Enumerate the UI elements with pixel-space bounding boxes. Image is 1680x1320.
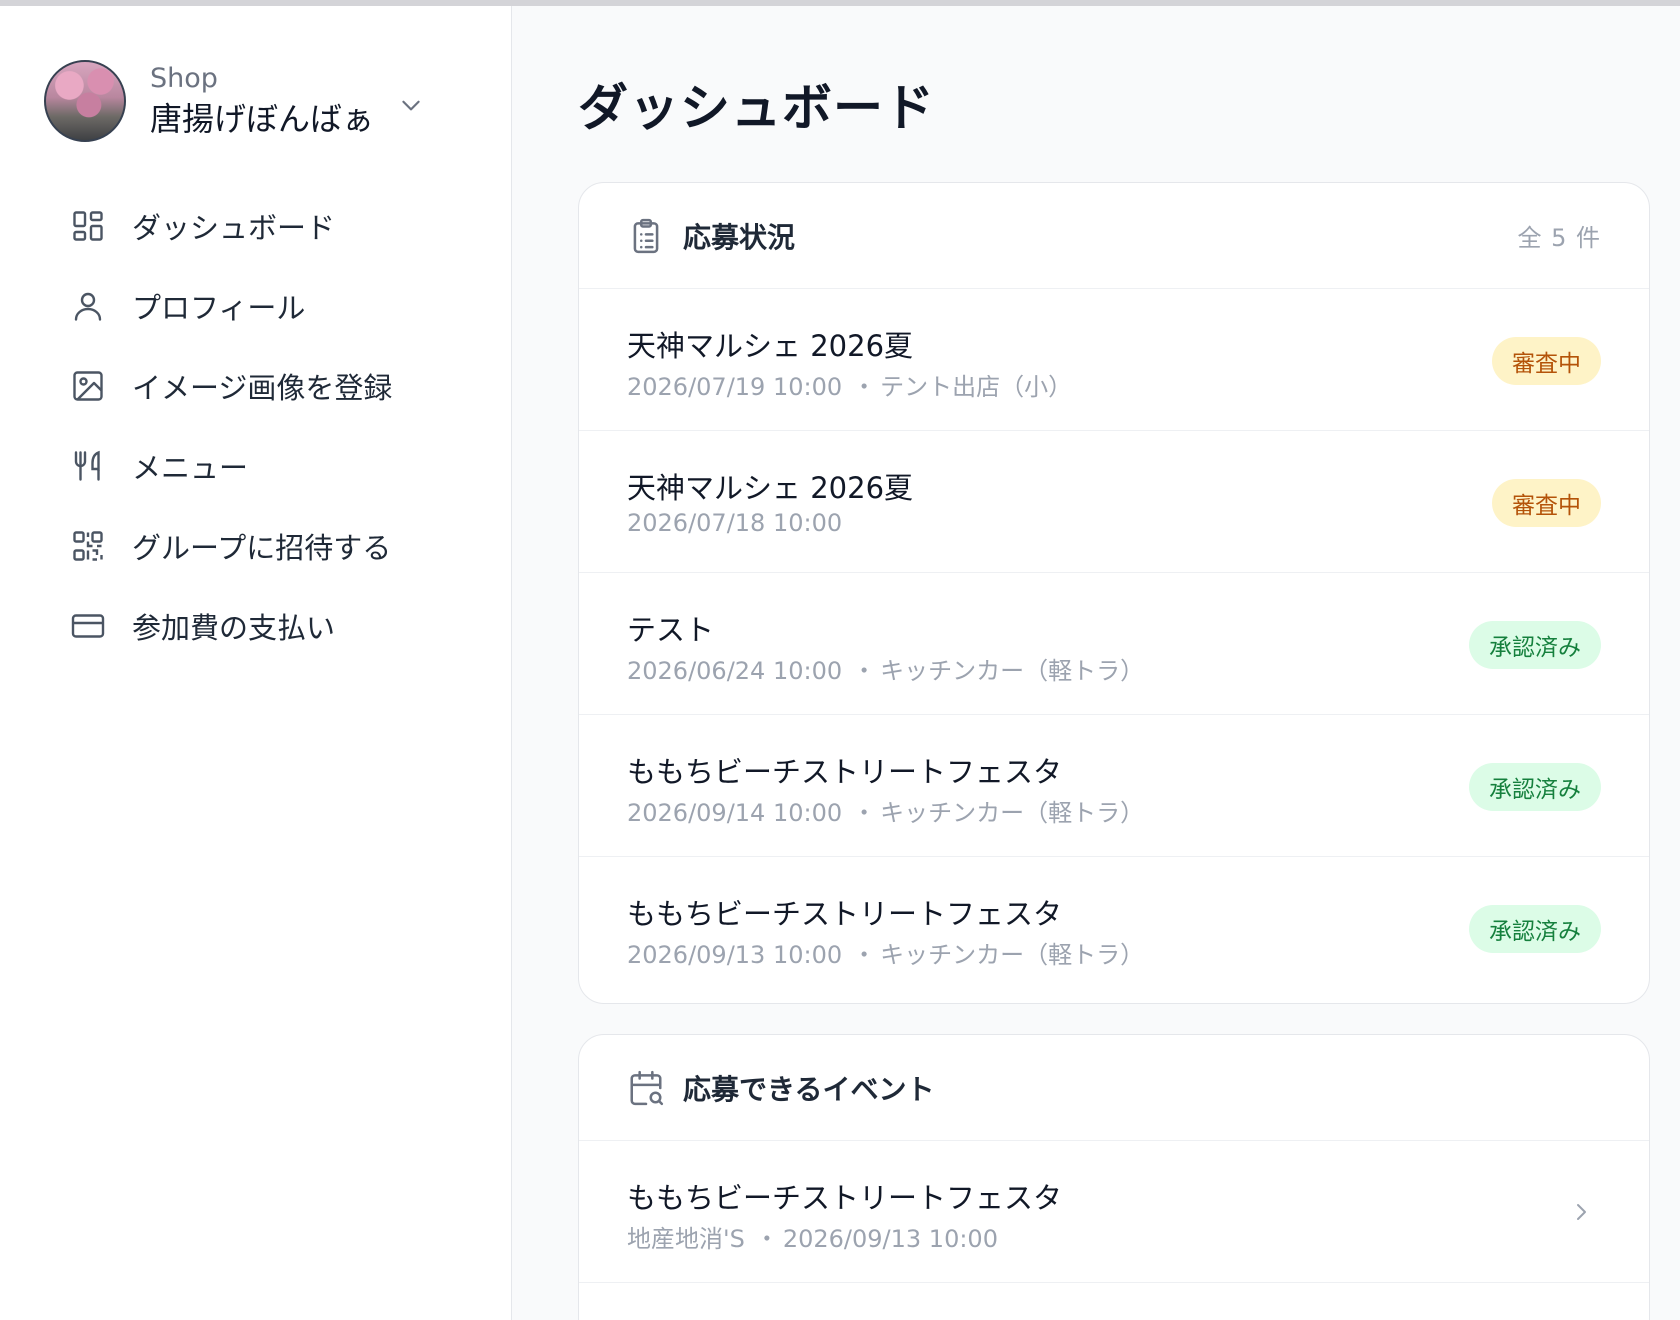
status-badge: 承認済み: [1469, 763, 1601, 811]
status-badge: 承認済み: [1469, 621, 1601, 669]
qr-code-icon: [68, 526, 108, 566]
application-detail: キッチンカー（軽トラ）: [880, 941, 1145, 969]
event-datetime: 2026/09/13 10:00: [782, 1225, 998, 1253]
application-datetime: 2026/09/13 10:00: [627, 941, 843, 969]
card-header: 応募できるイベント: [579, 1035, 1649, 1141]
application-datetime: 2026/06/24 10:00: [627, 657, 843, 685]
available-events-card: 応募できるイベント ももちビーチストリートフェスタ 地産地消'S ・ 2026/09…: [578, 1034, 1650, 1320]
application-datetime: 2026/07/19 10:00: [627, 373, 843, 401]
application-row[interactable]: テスト 2026/06/24 10:00 ・キッチンカー（軽トラ） 承認済み: [579, 573, 1649, 715]
shop-switcher[interactable]: Shop 唐揚げぼんばぁ: [44, 56, 464, 146]
event-organizer: 地産地消'S: [627, 1225, 745, 1253]
app-window: Shop 唐揚げぼんばぁ ダッシュボード プロフィール イメージ画像を登録 メニ…: [0, 6, 1680, 1320]
application-detail: テント出店（小）: [880, 373, 1073, 401]
application-datetime: 2026/09/14 10:00: [627, 799, 843, 827]
meta-separator: ・: [852, 799, 877, 827]
status-badge: 審査中: [1492, 479, 1601, 527]
event-meta: 地産地消'S ・ 2026/09/13 10:00: [627, 1219, 998, 1254]
chevron-down-icon: [402, 100, 420, 111]
application-status-card: 応募状況 全 5 件 天神マルシェ 2026夏 2026/07/19 10:00…: [578, 182, 1650, 1004]
main-content: ダッシュボード 応募状況 全 5 件 天神マルシェ 2026夏 2026/07/…: [512, 6, 1680, 1320]
dashboard-icon: [68, 206, 108, 246]
sidebar: Shop 唐揚げぼんばぁ ダッシュボード プロフィール イメージ画像を登録 メニ…: [0, 6, 512, 1320]
application-title: テスト: [627, 613, 715, 647]
meta-separator: ・: [852, 373, 877, 401]
shop-label: Shop: [150, 63, 218, 94]
status-badge: 審査中: [1492, 337, 1601, 385]
sidebar-item-label: グループに招待する: [132, 531, 392, 565]
application-count: 全 5 件: [1517, 224, 1601, 252]
sidebar-item-label: ダッシュボード: [132, 211, 336, 245]
sidebar-item-label: イメージ画像を登録: [132, 371, 393, 405]
page-title: ダッシュボード: [578, 79, 935, 137]
application-meta: 2026/06/24 10:00 ・キッチンカー（軽トラ）: [627, 651, 1144, 686]
application-meta: 2026/07/19 10:00 ・テント出店（小）: [627, 367, 1072, 402]
sidebar-item-dashboard[interactable]: ダッシュボード: [68, 186, 488, 266]
shop-name: 唐揚げぼんばぁ: [150, 100, 375, 138]
sidebar-nav: ダッシュボード プロフィール イメージ画像を登録 メニュー グループに招待する …: [68, 186, 488, 666]
event-title: ももちビーチストリートフェスタ: [627, 1181, 1063, 1215]
application-title: ももちビーチストリートフェスタ: [627, 897, 1063, 931]
card-title: 応募できるイベント: [683, 1072, 935, 1106]
sidebar-item-image[interactable]: イメージ画像を登録: [68, 346, 488, 426]
application-title: 天神マルシェ 2026夏: [627, 471, 914, 505]
card-header: 応募状況 全 5 件: [579, 183, 1649, 289]
shop-avatar: [44, 60, 126, 142]
image-icon: [68, 366, 108, 406]
application-row[interactable]: 天神マルシェ 2026夏 2026/07/18 10:00 審査中: [579, 431, 1649, 573]
calendar-search-icon: [630, 1070, 664, 1105]
application-detail: キッチンカー（軽トラ）: [880, 657, 1145, 685]
chevron-right-icon: [1577, 1204, 1586, 1220]
meta-separator: ・: [754, 1225, 779, 1253]
shop-text: Shop 唐揚げぼんばぁ: [150, 61, 374, 141]
sidebar-item-profile[interactable]: プロフィール: [68, 266, 488, 346]
user-icon: [68, 286, 108, 326]
application-meta: 2026/09/14 10:00 ・キッチンカー（軽トラ）: [627, 793, 1144, 828]
application-meta: 2026/09/13 10:00 ・キッチンカー（軽トラ）: [627, 935, 1144, 970]
sidebar-item-label: プロフィール: [132, 291, 306, 325]
sidebar-item-label: 参加費の支払い: [132, 611, 336, 645]
application-datetime: 2026/07/18 10:00: [627, 509, 843, 537]
sidebar-item-payment[interactable]: 参加費の支払い: [68, 586, 488, 666]
meta-separator: ・: [852, 941, 877, 969]
sidebar-item-menu[interactable]: メニュー: [68, 426, 488, 506]
application-meta: 2026/07/18 10:00: [627, 509, 856, 537]
meta-separator: ・: [852, 657, 877, 685]
application-row[interactable]: ももちビーチストリートフェスタ 2026/09/13 10:00 ・キッチンカー（…: [579, 857, 1649, 999]
credit-card-icon: [68, 606, 108, 646]
clipboard-list-icon: [633, 218, 659, 253]
application-title: 天神マルシェ 2026夏: [627, 329, 914, 363]
application-detail: キッチンカー（軽トラ）: [880, 799, 1145, 827]
status-badge: 承認済み: [1469, 905, 1601, 953]
utensils-icon: [68, 446, 108, 486]
sidebar-item-label: メニュー: [132, 451, 249, 485]
application-row[interactable]: ももちビーチストリートフェスタ 2026/09/14 10:00 ・キッチンカー（…: [579, 715, 1649, 857]
application-row[interactable]: 天神マルシェ 2026夏 2026/07/19 10:00 ・テント出店（小） 審…: [579, 289, 1649, 431]
application-title: ももちビーチストリートフェスタ: [627, 755, 1063, 789]
card-title: 応募状況: [683, 220, 796, 254]
sidebar-item-invite[interactable]: グループに招待する: [68, 506, 488, 586]
event-row[interactable]: ももちビーチストリートフェスタ 地産地消'S ・ 2026/09/13 10:00: [579, 1141, 1649, 1283]
